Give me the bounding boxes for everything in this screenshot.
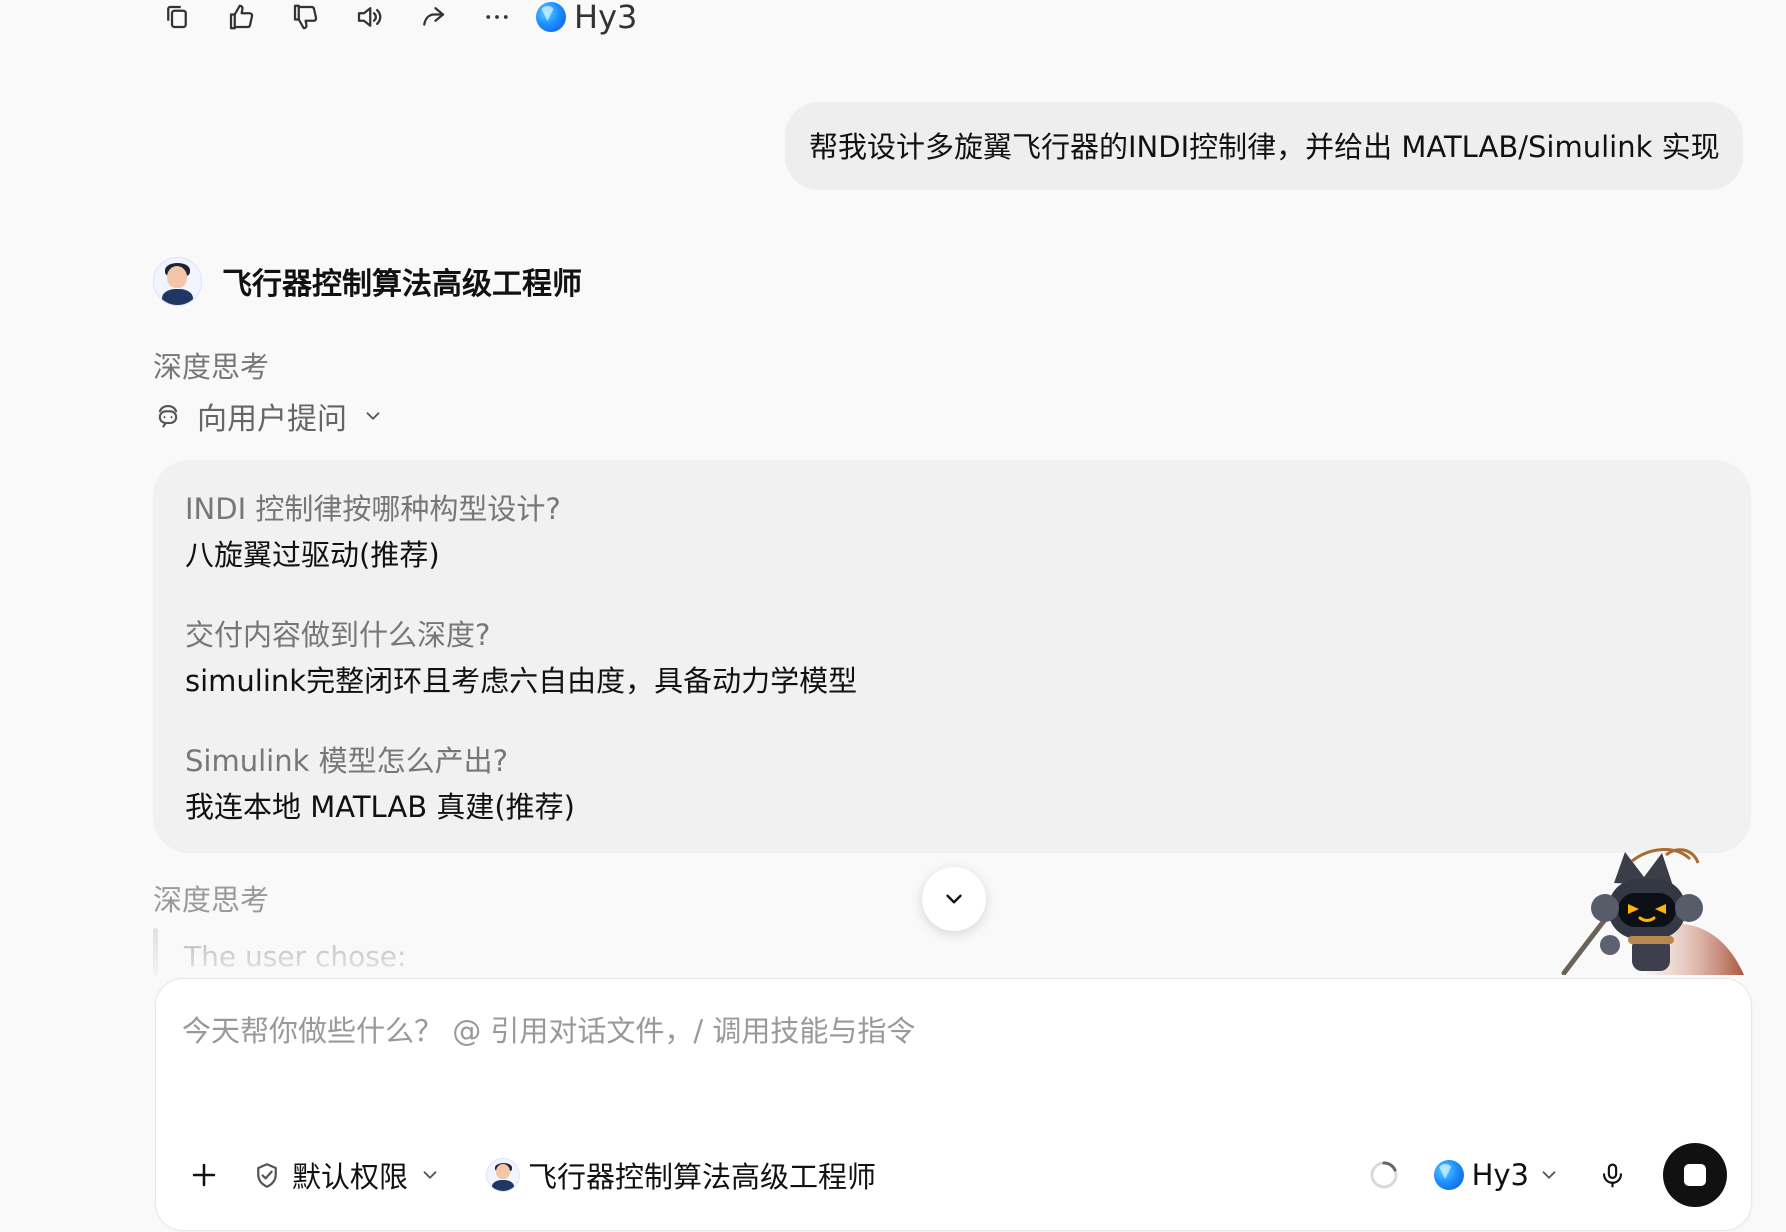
answer-text: 我连本地 MATLAB 真建(推荐)	[185, 790, 575, 824]
agent-label: 飞行器控制算法高级工程师	[528, 1160, 877, 1194]
scroll-to-bottom-button[interactable]	[922, 867, 986, 931]
chevron-down-icon	[946, 894, 962, 904]
hy3-logo-icon	[1433, 1160, 1464, 1190]
copy-icon	[167, 5, 187, 29]
stop-generation-button[interactable]	[1663, 1143, 1727, 1207]
question-answer-item: 交付内容做到什么深度? simulink完整闭环且考虑六自由度，具备动力学模型	[185, 617, 1719, 743]
message-input[interactable]	[180, 1009, 1484, 1053]
model-selector-label: Hy3	[1471, 1158, 1529, 1192]
composer-toolbar: 默认权限 飞行器控制算法高级工程师 Hy3	[184, 1143, 1727, 1207]
engineer-avatar-icon	[486, 1158, 521, 1192]
deep-thinking-label: 深度思考	[153, 350, 270, 384]
ask-user-toggle[interactable]: 向用户提问	[153, 394, 385, 438]
question-answer-item: INDI 控制律按哪种构型设计? 八旋翼过驱动(推荐)	[185, 491, 1719, 617]
dislike-button[interactable]	[284, 0, 326, 38]
chevron-down-icon	[361, 404, 385, 428]
user-message-bubble: 帮我设计多旋翼飞行器的INDI控制律，并给出 MATLAB/Simulink 实…	[785, 102, 1743, 190]
share-button[interactable]	[412, 0, 454, 38]
ask-user-label: 向用户提问	[197, 402, 347, 437]
assistant-name: 飞行器控制算法高级工程师	[222, 267, 582, 302]
speaker-icon	[357, 7, 382, 27]
assistant-header: 飞行器控制算法高级工程师	[153, 256, 582, 306]
message-model-label: Hy3	[574, 0, 638, 36]
question-answer-item: Simulink 模型怎么产出? 我连本地 MATLAB 真建(推荐)	[185, 743, 1719, 869]
plus-icon	[192, 1163, 216, 1187]
microphone-icon	[1602, 1163, 1622, 1187]
thinking-quote-bar	[153, 928, 158, 976]
chat-robot-icon	[153, 401, 183, 431]
thinking-preview-text: The user chose:	[184, 940, 407, 973]
message-composer: 默认权限 飞行器控制算法高级工程师	[155, 978, 1752, 1231]
more-icon	[486, 15, 508, 19]
chevron-down-icon	[1537, 1163, 1561, 1187]
thumbs-down-icon	[293, 4, 318, 30]
composer-right-actions: Hy3	[1368, 1143, 1727, 1207]
like-button[interactable]	[220, 0, 262, 38]
answer-text: 八旋翼过驱动(推荐)	[185, 538, 440, 572]
answer-text: simulink完整闭环且考虑六自由度，具备动力学模型	[185, 664, 858, 698]
question-text: 交付内容做到什么深度?	[185, 618, 491, 652]
thumbs-up-icon	[229, 4, 254, 30]
robot-cat-mascot	[1561, 847, 1744, 975]
permission-label: 默认权限	[292, 1160, 409, 1194]
more-button[interactable]	[476, 0, 518, 38]
shield-check-icon	[252, 1160, 282, 1190]
user-choice-summary-card: INDI 控制律按哪种构型设计? 八旋翼过驱动(推荐) 交付内容做到什么深度? …	[153, 460, 1751, 853]
voice-input-button[interactable]	[1595, 1158, 1629, 1192]
chevron-down-icon	[418, 1163, 442, 1187]
model-selector[interactable]: Hy3	[1433, 1158, 1561, 1192]
stop-icon	[1684, 1164, 1706, 1186]
add-attachment-button[interactable]	[184, 1155, 224, 1195]
share-icon	[423, 7, 445, 26]
user-message-text: 帮我设计多旋翼飞行器的INDI控制律，并给出 MATLAB/Simulink 实…	[809, 130, 1720, 164]
engineer-avatar-icon	[153, 256, 202, 306]
message-action-toolbar: Hy3	[156, 0, 637, 36]
streaming-thinking-title: 深度思考	[153, 883, 270, 917]
message-model-chip: Hy3	[536, 0, 637, 36]
permission-selector[interactable]: 默认权限	[252, 1154, 442, 1196]
question-text: Simulink 模型怎么产出?	[185, 744, 508, 778]
agent-selector[interactable]: 飞行器控制算法高级工程师	[486, 1154, 876, 1196]
read-aloud-button[interactable]	[348, 0, 390, 38]
copy-button[interactable]	[156, 0, 198, 38]
loading-spinner-icon	[1368, 1159, 1400, 1191]
hy3-logo-icon	[536, 2, 566, 32]
question-text: INDI 控制律按哪种构型设计?	[185, 492, 561, 526]
